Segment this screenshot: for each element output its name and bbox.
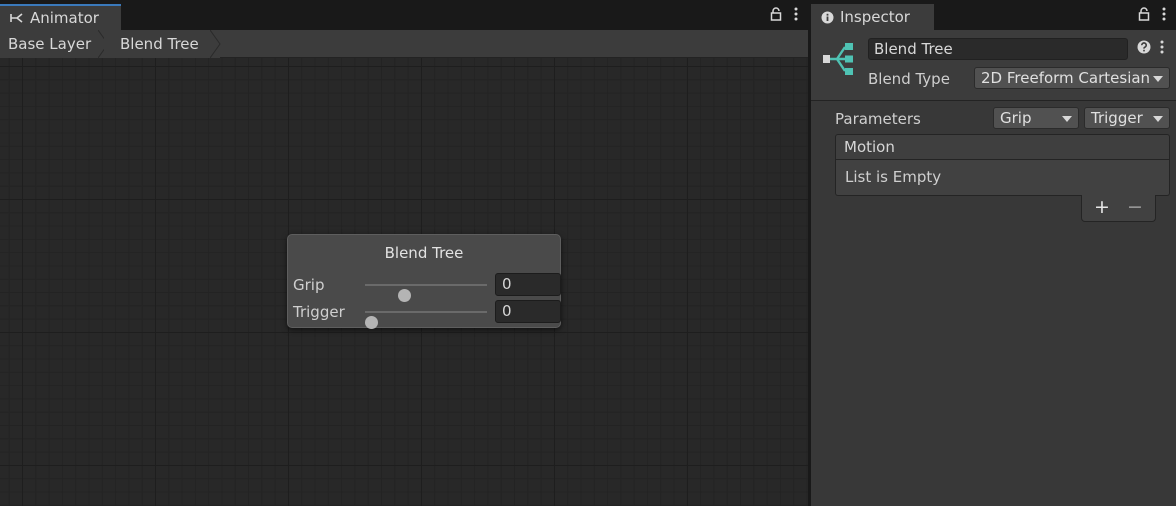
- param-label-grip: Grip: [293, 276, 325, 294]
- parameter-x-dropdown[interactable]: Grip: [993, 107, 1079, 129]
- add-motion-button[interactable]: +: [1092, 198, 1112, 218]
- remove-motion-button[interactable]: −: [1125, 198, 1145, 218]
- animator-window: Animator Base Layer Blend Tree Blend Tre…: [0, 0, 808, 506]
- breadcrumb-separator: [210, 30, 221, 58]
- kebab-menu-icon[interactable]: [1160, 40, 1164, 54]
- node-title: Blend Tree: [384, 244, 464, 262]
- lock-icon[interactable]: [770, 7, 782, 21]
- animator-tab-label: Animator: [30, 9, 99, 27]
- node-param-row: Trigger 0: [293, 300, 561, 329]
- parameters-label: Parameters: [835, 110, 921, 128]
- animator-tab-actions: [770, 7, 798, 21]
- help-icon[interactable]: [1137, 40, 1151, 54]
- parameter-x-value: Grip: [1000, 109, 1032, 127]
- blend-tree-node[interactable]: Blend Tree Grip 0 Trigger 0: [287, 234, 561, 329]
- kebab-menu-icon[interactable]: [1162, 7, 1166, 21]
- inspector-tab-actions: [1138, 7, 1166, 21]
- breadcrumb: Base Layer Blend Tree: [0, 30, 808, 58]
- param-label-trigger: Trigger: [293, 303, 345, 321]
- motion-list-empty: List is Empty: [835, 160, 1170, 196]
- chevron-down-icon: [1153, 116, 1163, 122]
- inspector-window: Inspector Blend Tree Blend Type 2D Freef…: [811, 0, 1176, 506]
- blend-tree-icon: [821, 42, 857, 80]
- parameter-y-value: Trigger: [1091, 109, 1143, 127]
- animator-tab-bar: Animator: [0, 0, 808, 30]
- trigger-slider[interactable]: [365, 311, 487, 329]
- inspector-tab[interactable]: Inspector: [811, 4, 934, 30]
- kebab-menu-icon[interactable]: [794, 7, 798, 21]
- motion-list-footer: + −: [1081, 195, 1156, 222]
- node-param-row: Grip 0: [293, 273, 561, 302]
- chevron-down-icon: [1062, 116, 1072, 122]
- blend-tree-name-field[interactable]: Blend Tree: [868, 38, 1128, 60]
- inspector-tab-bar: Inspector: [811, 0, 1176, 30]
- blend-type-value: 2D Freeform Cartesian: [981, 69, 1151, 87]
- blend-type-dropdown[interactable]: 2D Freeform Cartesian: [974, 67, 1170, 89]
- animator-icon: [10, 12, 24, 24]
- inspector-header: Blend Tree Blend Type 2D Freeform Cartes…: [811, 30, 1176, 101]
- blend-type-label: Blend Type: [868, 70, 950, 88]
- motion-list: Motion List is Empty: [835, 134, 1170, 196]
- inspector-tab-label: Inspector: [840, 8, 910, 26]
- parameter-y-dropdown[interactable]: Trigger: [1084, 107, 1170, 129]
- motion-list-header: Motion: [835, 134, 1170, 160]
- lock-icon[interactable]: [1138, 7, 1150, 21]
- trigger-slider-thumb[interactable]: [365, 316, 378, 329]
- breadcrumb-base-layer[interactable]: Base Layer: [0, 30, 110, 58]
- animator-tab[interactable]: Animator: [0, 4, 121, 30]
- grip-slider[interactable]: [365, 284, 487, 302]
- trigger-value-field[interactable]: 0: [495, 300, 561, 323]
- breadcrumb-blend-tree[interactable]: Blend Tree: [104, 30, 220, 58]
- grip-value-field[interactable]: 0: [495, 273, 561, 296]
- chevron-down-icon: [1153, 76, 1163, 82]
- info-icon: [821, 11, 834, 24]
